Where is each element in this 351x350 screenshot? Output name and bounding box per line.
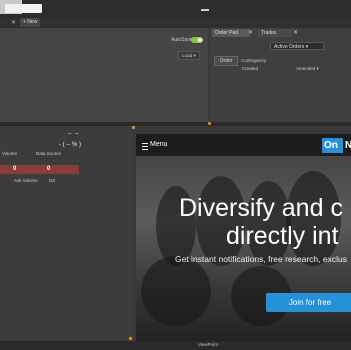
ask-volume-value: 0 [47, 166, 51, 172]
site-nav-bar [136, 134, 351, 156]
app-top-bar [0, 0, 351, 19]
hero-headline-line2: directly int [226, 222, 339, 250]
column-amended[interactable]: Amended ▾ [296, 66, 319, 72]
status-bar [0, 341, 351, 350]
bid-volume-value: 0 [13, 166, 17, 172]
quote-panel [0, 126, 132, 341]
resize-marker-viewport[interactable] [132, 126, 135, 129]
autosave-toggle[interactable] [191, 37, 203, 43]
ds-label: DS [49, 178, 56, 183]
data-source-label: Data Source [36, 151, 62, 156]
bid-ask-bar [0, 165, 79, 174]
column-created[interactable]: Created [242, 66, 258, 71]
price-change: - ( -- % ) [59, 142, 81, 148]
close-trades-icon[interactable]: ✕ [293, 29, 298, 36]
drag-handle-icon[interactable] [201, 9, 209, 11]
last-price: – – [68, 131, 80, 137]
site-logo[interactable]: On [322, 138, 343, 153]
join-for-free-button[interactable]: Join for free [266, 293, 351, 312]
embedded-website: Menu On N Diversify and c directly int G… [136, 134, 351, 341]
subtab-contingency[interactable]: Contingency [241, 58, 266, 63]
site-logo-text: N [345, 140, 351, 151]
hero-subheadline: Get instant notifications, free research… [175, 254, 347, 264]
subtab-order[interactable]: Order [214, 56, 238, 66]
viewpoint-label: ViewPoint [198, 342, 218, 347]
hero-headline-line1: Diversify and c [179, 194, 343, 222]
tab-bar [0, 18, 351, 28]
volume-label: Volume [2, 151, 18, 156]
orders-filter-select[interactable]: Active Orders ▾ [270, 42, 324, 50]
tab-order-pad[interactable]: Order Pad [212, 29, 250, 37]
hamburger-menu-icon[interactable] [142, 143, 148, 150]
close-tab-icon[interactable]: ✕ [11, 19, 16, 26]
ask-volume-label: Ask Volume [14, 178, 38, 183]
resize-marker[interactable] [208, 122, 211, 125]
new-tab-button[interactable]: + New [20, 18, 41, 27]
close-order-pad-icon[interactable]: ✕ [248, 29, 253, 36]
workspace-name-field[interactable] [5, 4, 42, 13]
autosave-label: AutoSave [171, 37, 193, 43]
load-button[interactable]: Load ▾ [178, 51, 200, 60]
menu-link[interactable]: Menu [150, 141, 168, 148]
tab-trades[interactable]: Trades [258, 29, 292, 37]
